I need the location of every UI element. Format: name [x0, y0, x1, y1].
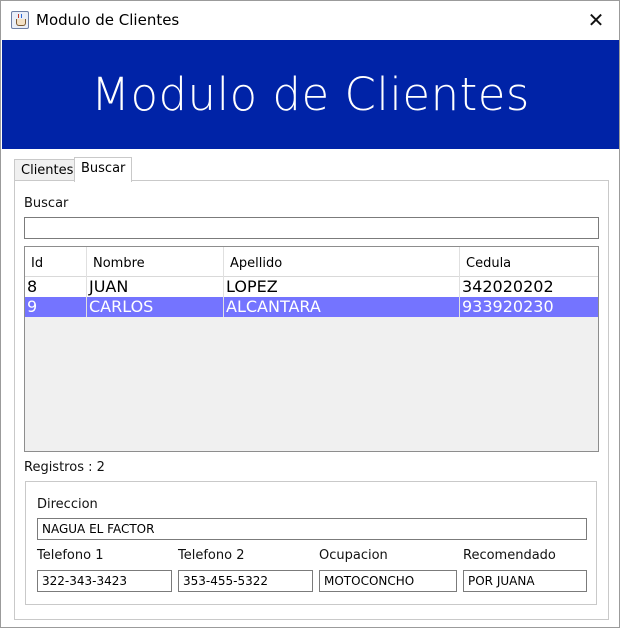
- buscar-panel: Buscar Id Nombre Apellido Cedula 8 JUAN …: [14, 180, 609, 620]
- close-icon: ✕: [587, 8, 605, 32]
- ocupacion-field[interactable]: [319, 570, 457, 592]
- column-header-id[interactable]: Id: [25, 247, 87, 277]
- search-input[interactable]: [24, 217, 599, 239]
- direccion-label: Direccion: [37, 497, 98, 512]
- registros-count: Registros : 2: [24, 460, 105, 475]
- tab-clientes[interactable]: Clientes: [14, 159, 81, 181]
- cell-cedula: 342020202: [462, 277, 554, 296]
- direccion-field[interactable]: [37, 518, 587, 540]
- telefono1-label: Telefono 1: [37, 548, 104, 563]
- java-app-icon: [11, 11, 29, 29]
- banner-title: Modulo de Clientes: [91, 68, 530, 121]
- clients-table[interactable]: Id Nombre Apellido Cedula 8 JUAN LOPEZ 3…: [24, 246, 599, 452]
- cell-id: 8: [25, 277, 87, 297]
- details-group: Direccion Telefono 1 Telefono 2 Ocupacio…: [25, 481, 597, 605]
- search-label: Buscar: [24, 196, 69, 211]
- window-title: Modulo de Clientes: [36, 11, 180, 29]
- column-header-apellido[interactable]: Apellido: [224, 247, 460, 277]
- column-header-nombre[interactable]: Nombre: [87, 247, 224, 277]
- cell-cedula: 933920230: [462, 297, 554, 316]
- title-bar[interactable]: Modulo de Clientes ✕: [1, 1, 619, 39]
- recomendado-field[interactable]: [463, 570, 587, 592]
- telefono1-field[interactable]: [37, 570, 172, 592]
- cell-nombre: CARLOS: [87, 297, 224, 317]
- ocupacion-label: Ocupacion: [319, 548, 388, 563]
- app-window: Modulo de Clientes ✕ Modulo de Clientes …: [0, 0, 620, 628]
- telefono2-field[interactable]: [178, 570, 313, 592]
- recomendado-label: Recomendado: [463, 548, 556, 563]
- table-row-selected[interactable]: 9 CARLOS ALCANTARA 933920230: [25, 297, 598, 317]
- cell-id: 9: [25, 297, 87, 317]
- header-banner: Modulo de Clientes: [2, 40, 619, 149]
- column-header-cedula[interactable]: Cedula: [460, 247, 598, 277]
- table-header: Id Nombre Apellido Cedula: [25, 247, 598, 277]
- tab-buscar[interactable]: Buscar: [74, 157, 133, 182]
- telefono2-label: Telefono 2: [178, 548, 245, 563]
- table-row[interactable]: 8 JUAN LOPEZ 342020202: [25, 277, 598, 297]
- cell-nombre: JUAN: [87, 277, 224, 297]
- close-button[interactable]: ✕: [573, 1, 619, 39]
- cell-apellido: LOPEZ: [224, 277, 460, 297]
- cell-apellido: ALCANTARA: [224, 297, 460, 317]
